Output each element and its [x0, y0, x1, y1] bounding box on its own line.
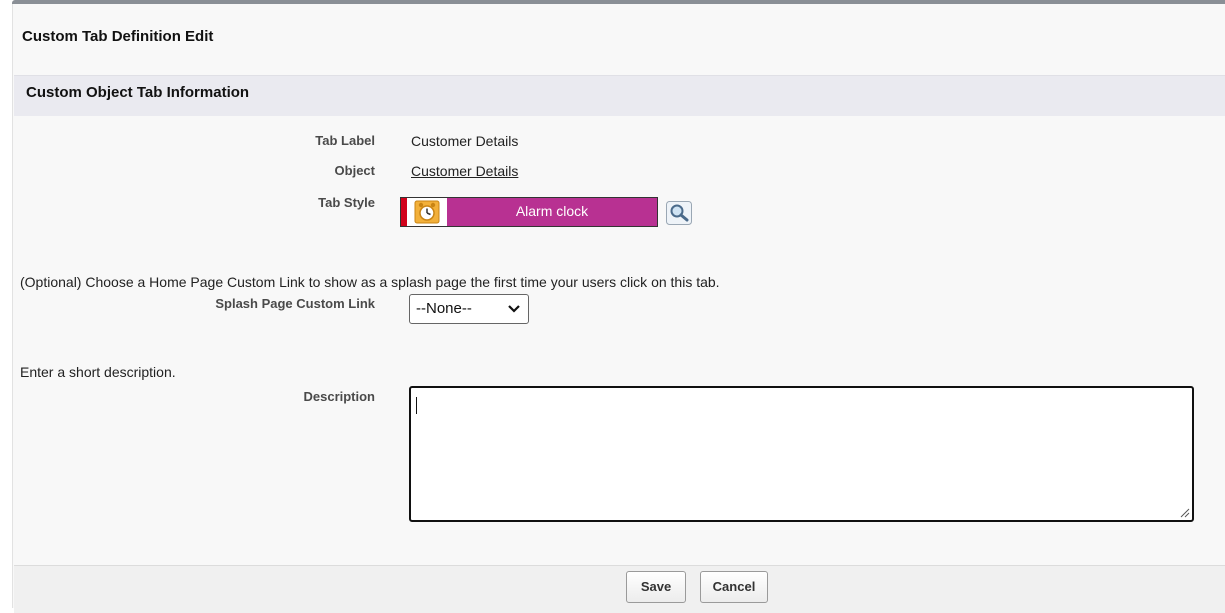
tab-label-label: Tab Label: [315, 133, 375, 148]
tab-style-swatch[interactable]: Alarm clock: [400, 197, 658, 227]
tab-label-value: Customer Details: [411, 133, 519, 149]
tab-style-name: Alarm clock: [515, 203, 589, 219]
description-textarea[interactable]: [409, 386, 1194, 522]
alarm-clock-icon: [414, 200, 440, 224]
description-help-text: Enter a short description.: [20, 364, 176, 380]
section-title: Custom Object Tab Information: [26, 84, 250, 101]
object-link[interactable]: Customer Details: [411, 163, 518, 179]
splash-page-select[interactable]: --None--: [409, 294, 529, 324]
tab-style-icon-cell: [407, 198, 447, 226]
chevron-down-icon: [508, 305, 520, 313]
save-button[interactable]: Save: [626, 571, 686, 603]
cancel-button[interactable]: Cancel: [700, 571, 768, 603]
description-label: Description: [303, 389, 375, 404]
tab-style-lookup-button[interactable]: [666, 201, 692, 225]
object-label: Object: [334, 163, 375, 178]
button-footer: [14, 565, 1225, 613]
resize-grip-icon[interactable]: [1178, 506, 1190, 518]
tab-style-label: Tab Style: [318, 195, 375, 210]
magnifier-icon: [666, 201, 692, 225]
splash-help-text: (Optional) Choose a Home Page Custom Lin…: [20, 274, 720, 290]
text-caret: [416, 397, 417, 414]
splash-page-selected: --None--: [416, 300, 472, 317]
splash-page-label: Splash Page Custom Link: [215, 296, 375, 311]
page-title: Custom Tab Definition Edit: [22, 28, 214, 45]
